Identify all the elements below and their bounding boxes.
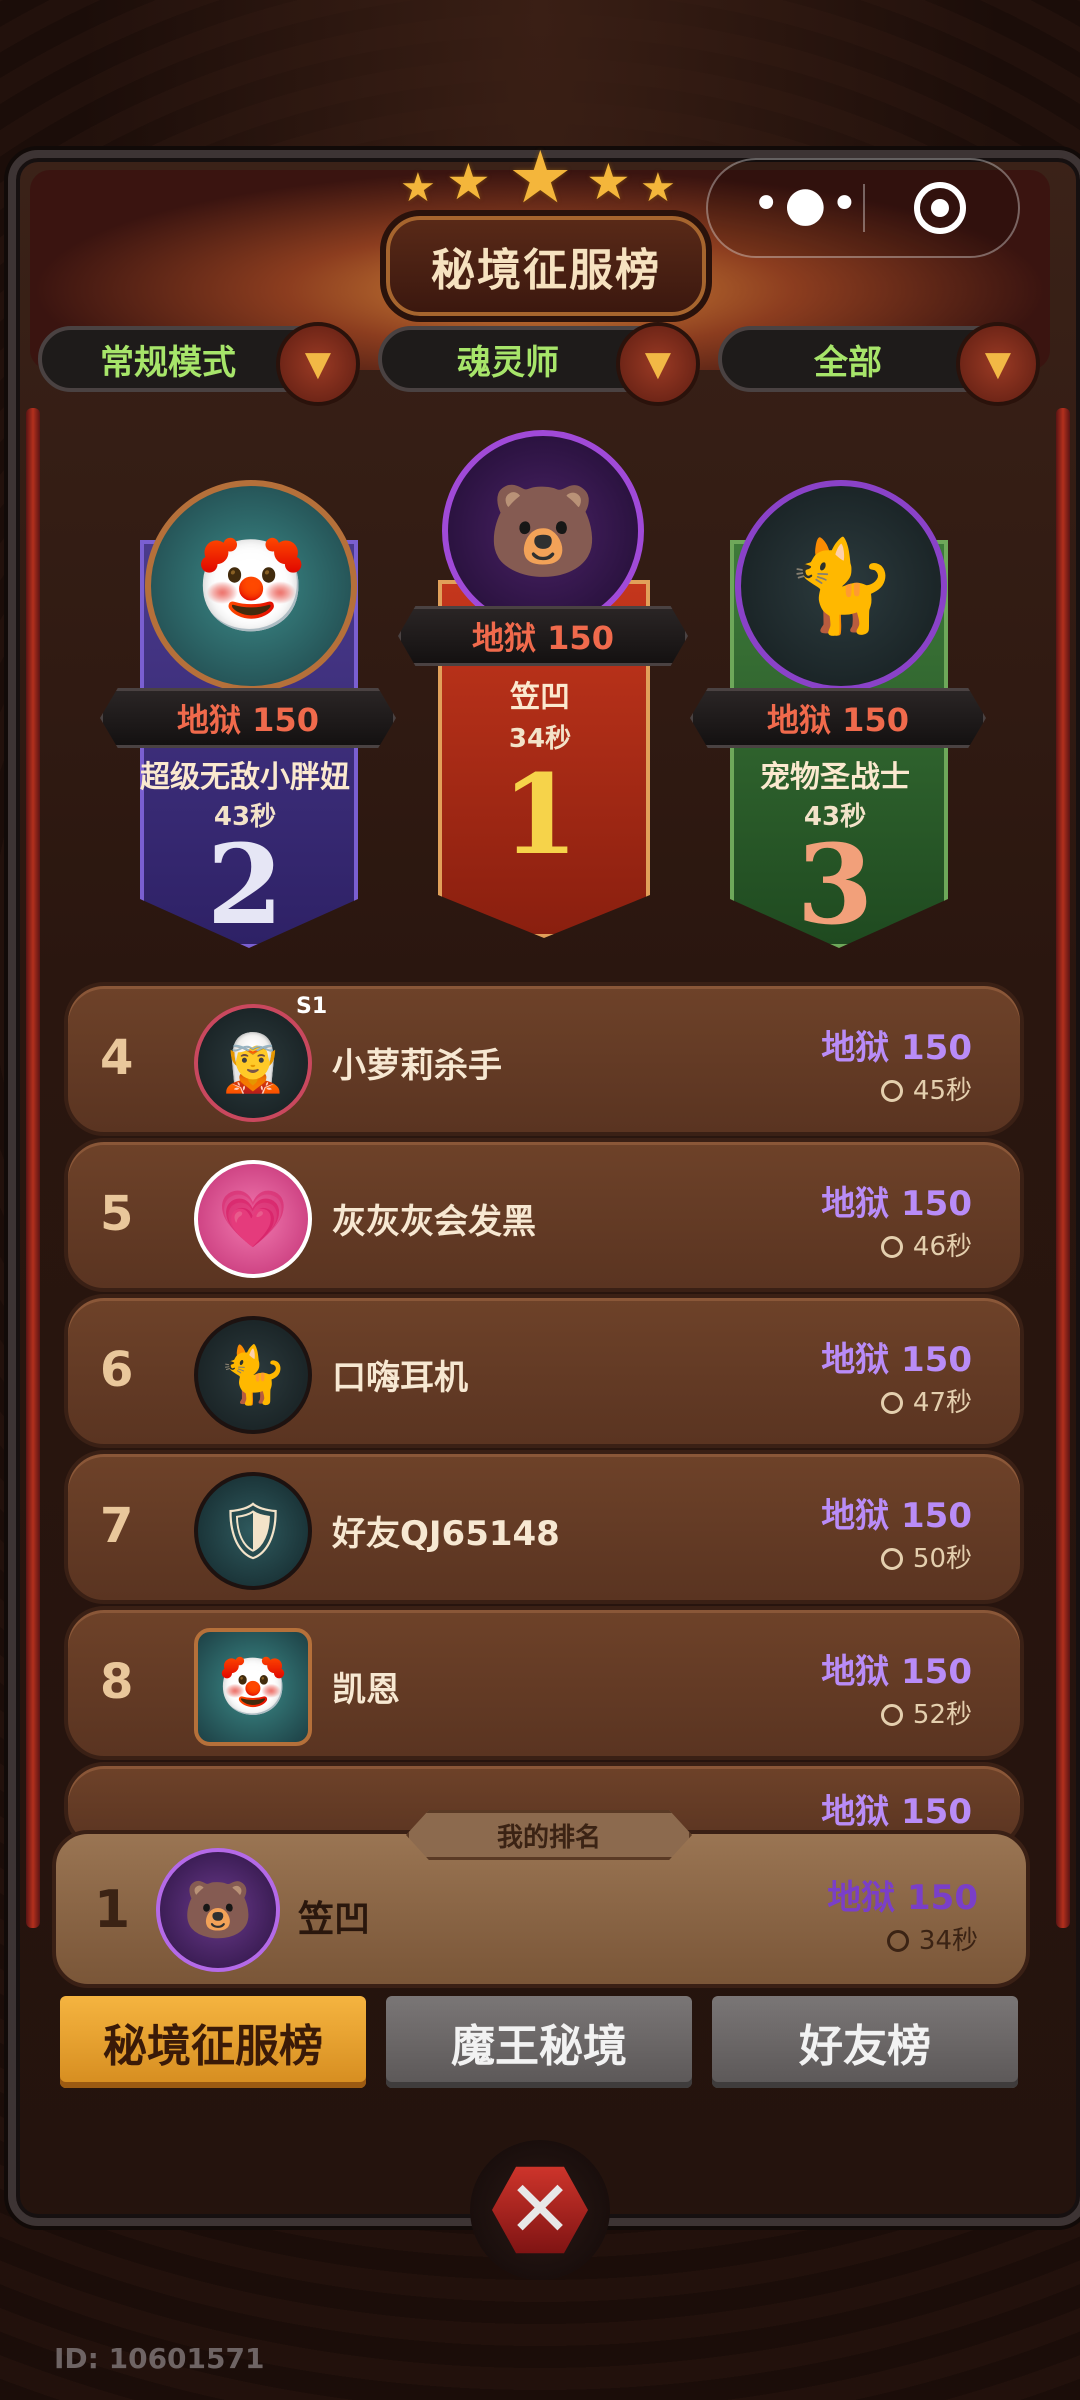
row-rank: 7 [100, 1498, 134, 1554]
my-rank-label: 我的排名 [406, 1810, 692, 1860]
ranking-row[interactable]: 4 🧝 S1 小萝莉杀手 地狱 150 45秒 [64, 982, 1024, 1136]
podium-second-name: 超级无敌小胖妞 [140, 760, 350, 795]
podium-first-name: 笠凹 [510, 680, 570, 715]
tab-demon-realm[interactable]: 魔王秘境 [386, 1996, 692, 2088]
row-name: 口嗨耳机 [332, 1358, 468, 1398]
more-dots-icon[interactable]: •●• [752, 180, 863, 228]
knight-avatar: 🛡 [194, 1472, 312, 1590]
star-icon: ★ [400, 165, 436, 211]
ranking-row[interactable]: 7 🛡 好友QJ65148 地狱 150 50秒 [64, 1450, 1024, 1604]
row-name: 好友QJ65148 [332, 1514, 560, 1554]
filter-class-label: 魂灵师 [457, 342, 559, 383]
right-rail [1056, 408, 1070, 1928]
podium-first-rank: 1 [501, 750, 579, 879]
filter-mode[interactable]: 常规模式 ▼ [38, 322, 360, 406]
filter-mode-label: 常规模式 [100, 342, 236, 383]
podium-third-rank: 3 [796, 820, 874, 949]
capsule-divider [863, 184, 865, 232]
clock-icon [880, 1392, 903, 1414]
ranking-row[interactable]: 8 🤡 凯恩 地狱 150 52秒 [64, 1606, 1024, 1760]
row-time-value: 50秒 [912, 1544, 972, 1574]
star-icon: ★ [586, 153, 631, 211]
my-rank-number: 1 [94, 1880, 131, 1940]
title-stars: ★ ★ ★ ★ ★ [400, 135, 680, 219]
row-level: 地狱 150 [821, 1652, 972, 1692]
podium-third[interactable]: 🐈 地狱 150 宠物圣战士 43秒 3 [690, 480, 986, 949]
podium-second-level: 地狱 150 [100, 688, 396, 748]
row-level: 地狱 150 [821, 1184, 972, 1224]
row-rank: 8 [100, 1654, 134, 1710]
row-level: 地狱 150 [821, 1028, 972, 1068]
row-name: 小萝莉杀手 [332, 1046, 502, 1086]
bear-avatar: 🐻 [442, 430, 644, 632]
row-rank: 6 [100, 1342, 134, 1398]
row-time-value: 47秒 [912, 1388, 972, 1418]
ranking-row[interactable]: 6 🐈 口嗨耳机 地狱 150 47秒 [64, 1294, 1024, 1448]
row-name: 灰灰灰会发黑 [332, 1202, 536, 1242]
podium-third-name: 宠物圣战士 [760, 760, 910, 795]
clock-icon [880, 1080, 903, 1102]
row-time-value: 45秒 [912, 1076, 972, 1106]
clock-icon [880, 1548, 903, 1570]
row-rank: 4 [100, 1030, 134, 1086]
filter-class[interactable]: 魂灵师 ▼ [378, 322, 700, 406]
clock-icon [880, 1704, 903, 1726]
my-rank-name: 笠凹 [298, 1899, 371, 1940]
ranking-row[interactable]: 5 💗 灰灰灰会发黑 地狱 150 46秒 [64, 1138, 1024, 1292]
row-time: 52秒 [880, 1694, 972, 1731]
my-rank-time-value: 34秒 [918, 1926, 978, 1956]
row-level: 地狱 150 [821, 1340, 972, 1380]
tab-friends[interactable]: 好友榜 [712, 1996, 1018, 2088]
clock-icon [886, 1930, 909, 1952]
podium-first[interactable]: 🐻 地狱 150 笠凹 34秒 1 [398, 410, 688, 938]
page-title: 秘境征服榜 [380, 210, 712, 322]
cat-avatar: 🐈 [735, 480, 947, 692]
row-time-value: 46秒 [912, 1232, 972, 1262]
winged-heart-avatar: 💗 [194, 1160, 312, 1278]
clock-icon [880, 1236, 903, 1258]
clown-avatar: 🤡 [194, 1628, 312, 1746]
clown-avatar: 🤡 [145, 480, 357, 692]
star-icon: ★ [640, 165, 676, 211]
row-time: 47秒 [880, 1382, 972, 1419]
star-icon: ★ [446, 153, 491, 211]
bear-avatar: 🐻 [156, 1848, 280, 1972]
row-level: 地狱 150 [821, 1792, 972, 1832]
row-time: 46秒 [880, 1226, 972, 1263]
my-rank-panel[interactable]: 我的排名 1 🐻 笠凹 地狱 150 34秒 [52, 1810, 1030, 1988]
row-level: 地狱 150 [821, 1496, 972, 1536]
podium-second[interactable]: 🤡 地狱 150 超级无敌小胖妞 43秒 2 [100, 480, 396, 949]
user-id: ID: 10601571 [54, 2342, 265, 2375]
close-button[interactable]: ✕ [470, 2140, 610, 2280]
podium-second-rank: 2 [206, 820, 284, 949]
elf-avatar: 🧝 [194, 1004, 312, 1122]
filter-scope-label: 全部 [814, 342, 882, 383]
my-rank-level: 地狱 150 [827, 1878, 978, 1918]
cat-avatar: 🐈 [194, 1316, 312, 1434]
mini-program-capsule: •●• [706, 158, 1020, 258]
target-icon[interactable] [914, 182, 966, 234]
filter-scope[interactable]: 全部 ▼ [718, 322, 1040, 406]
tab-conquest-leaderboard[interactable]: 秘境征服榜 [60, 1996, 366, 2088]
left-rail [26, 408, 40, 1928]
row-time: 45秒 [880, 1070, 972, 1107]
season-badge: S1 [296, 994, 328, 1019]
chevron-down-icon[interactable]: ▼ [616, 322, 700, 406]
close-icon: ✕ [492, 2166, 588, 2254]
row-time-value: 52秒 [912, 1700, 972, 1730]
chevron-down-icon[interactable]: ▼ [956, 322, 1040, 406]
podium-first-level: 地狱 150 [398, 606, 688, 666]
star-icon: ★ [508, 135, 573, 219]
my-rank-time: 34秒 [886, 1920, 978, 1957]
chevron-down-icon[interactable]: ▼ [276, 322, 360, 406]
row-time: 50秒 [880, 1538, 972, 1575]
row-name: 凯恩 [332, 1670, 400, 1710]
row-rank: 5 [100, 1186, 134, 1242]
podium-third-level: 地狱 150 [690, 688, 986, 748]
